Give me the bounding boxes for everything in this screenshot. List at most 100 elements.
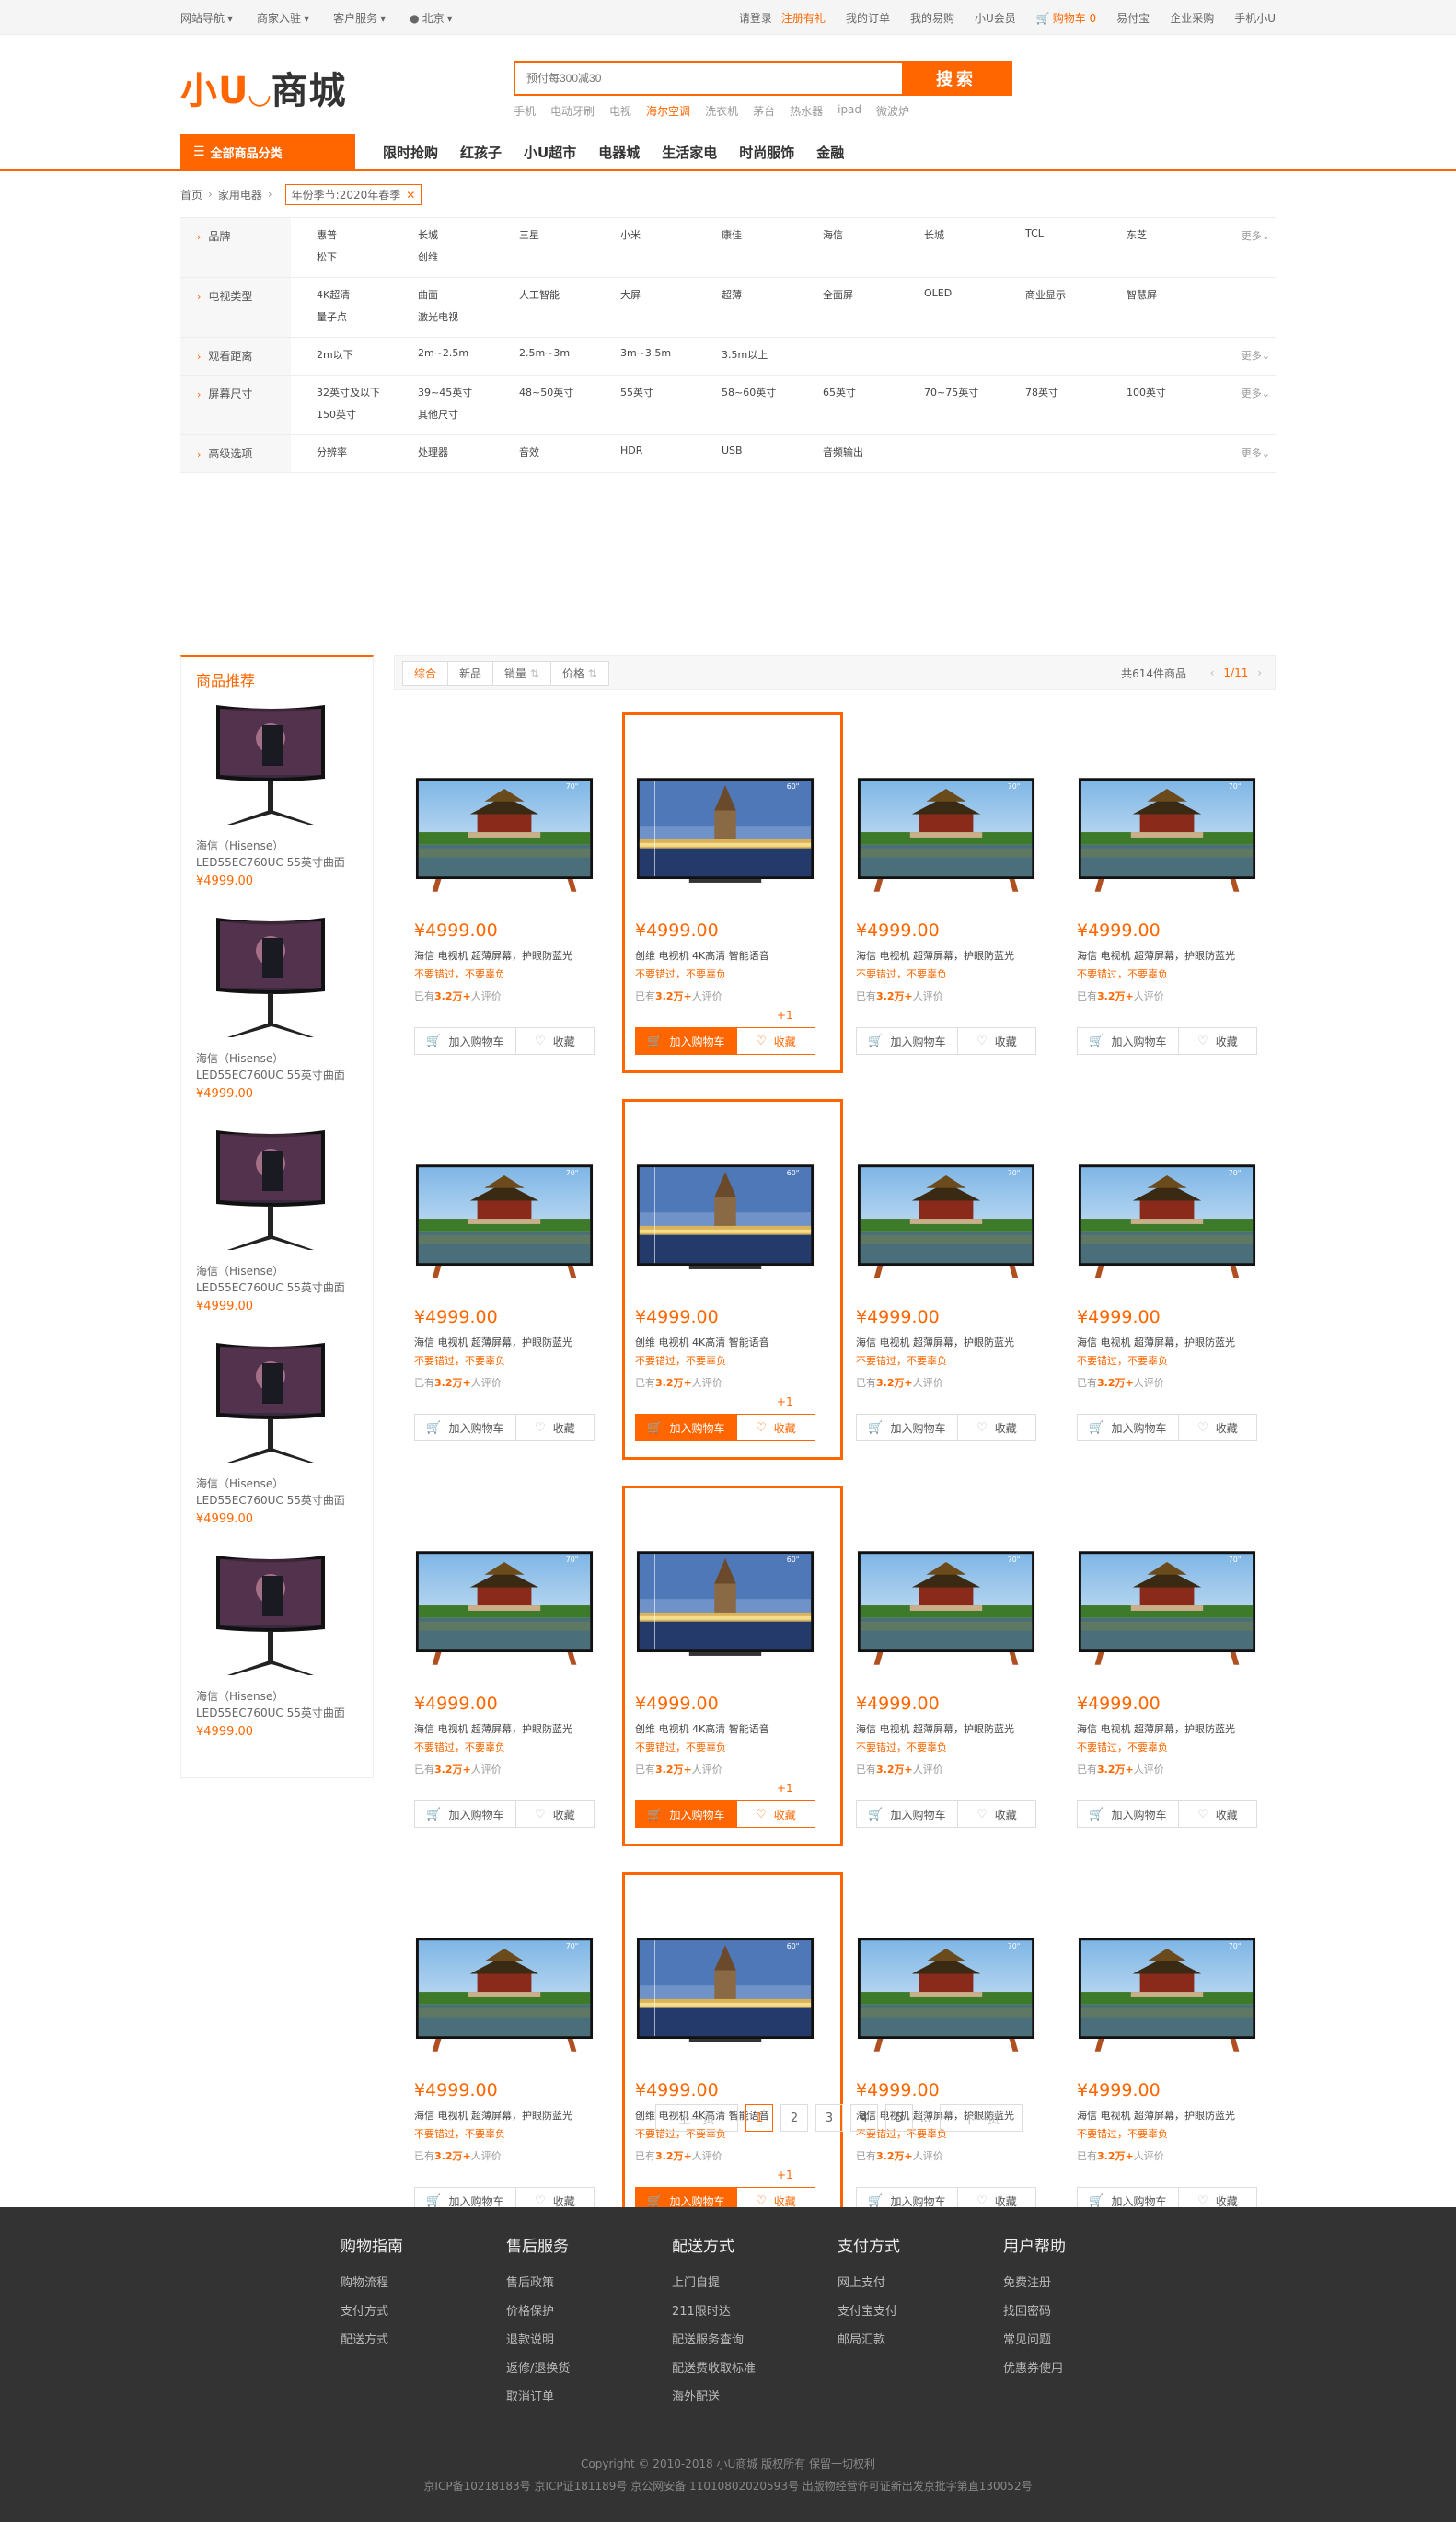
product-image[interactable]: 70" <box>856 1162 1036 1281</box>
merchant-link[interactable]: 商家入驻 ▾ <box>257 10 309 26</box>
favorite-button[interactable]: ♡ 收藏 <box>736 1414 815 1441</box>
filter-option[interactable]: TCL <box>1025 227 1101 242</box>
product-name[interactable]: 创维 电视机 4K高清 智能语音 <box>635 1721 769 1736</box>
product-card[interactable]: 70" ¥4999.00 海信 电视机 超薄屏幕，护眼防蓝光 不要错过，不要辜负… <box>1057 712 1277 1099</box>
filter-option[interactable]: 70~75英寸 <box>924 385 1000 399</box>
footer-link[interactable]: 售后政策 <box>506 2273 672 2290</box>
filter-option[interactable]: 39~45英寸 <box>418 385 493 399</box>
sort-sales[interactable]: 销量 ⇅ <box>492 660 551 686</box>
favorite-button[interactable]: ♡ 收藏 <box>1178 1414 1257 1441</box>
filter-option[interactable]: 海信 <box>823 227 898 242</box>
hotword-link[interactable]: 洗衣机 <box>705 103 738 119</box>
prev-page-icon[interactable]: ‹ <box>1210 666 1215 679</box>
filter-option[interactable]: 2m以下 <box>317 347 392 362</box>
product-image[interactable]: 70" <box>856 1548 1036 1668</box>
filter-option[interactable]: 78英寸 <box>1025 385 1101 399</box>
favorite-button[interactable]: ♡ 收藏 <box>515 1027 595 1055</box>
more-button[interactable]: 更多⌄ <box>1242 348 1270 363</box>
product-card[interactable]: 70" ¥4999.00 海信 电视机 超薄屏幕，护眼防蓝光 不要错过，不要辜负… <box>836 1486 1057 1872</box>
my-account-link[interactable]: 我的易购 <box>910 10 954 26</box>
filter-option[interactable]: HDR <box>620 445 696 459</box>
nav-link[interactable]: 金融 <box>816 143 844 162</box>
add-to-cart-button[interactable]: 🛒 加入购物车 <box>856 1027 958 1055</box>
mobile-link[interactable]: 手机小U <box>1234 10 1276 26</box>
favorite-button[interactable]: ♡ 收藏 <box>736 1800 815 1828</box>
hotword-link[interactable]: 热水器 <box>790 103 823 119</box>
filter-option[interactable]: 商业显示 <box>1025 287 1101 302</box>
search-button[interactable]: 搜索 <box>902 63 1011 94</box>
product-name[interactable]: 海信（Hisense）LED55EC760UC 55英寸曲面 <box>196 1475 358 1509</box>
filter-option[interactable]: 东芝 <box>1127 227 1202 242</box>
product-name[interactable]: 海信（Hisense）LED55EC760UC 55英寸曲面 <box>196 1688 358 1721</box>
product-image[interactable]: 70" <box>414 1162 595 1281</box>
filter-option[interactable]: 长城 <box>418 227 493 242</box>
hotword-link[interactable]: 手机 <box>514 103 536 119</box>
product-name[interactable]: 海信 电视机 超薄屏幕，护眼防蓝光 <box>414 1721 572 1736</box>
more-button[interactable]: 更多⌄ <box>1242 445 1270 460</box>
all-categories-button[interactable]: ☰ 全部商品分类 <box>180 134 355 169</box>
product-image[interactable] <box>211 914 330 1039</box>
customer-service-link[interactable]: 客户服务 ▾ <box>333 10 386 26</box>
hotword-link[interactable]: 微波炉 <box>876 103 909 119</box>
filter-option[interactable]: 康佳 <box>722 227 797 242</box>
product-image[interactable]: 60" <box>635 1548 815 1668</box>
filter-option[interactable]: 150英寸 <box>317 407 392 422</box>
product-name[interactable]: 海信 电视机 超薄屏幕，护眼防蓝光 <box>1077 1721 1235 1736</box>
next-page-button[interactable]: 下一页 <box>940 2104 1023 2132</box>
product-image[interactable]: 70" <box>856 775 1036 895</box>
filter-option[interactable]: 人工智能 <box>519 287 595 302</box>
filter-option[interactable]: 58~60英寸 <box>722 385 797 399</box>
footer-link[interactable]: 支付宝支付 <box>838 2301 1003 2319</box>
product-image[interactable] <box>211 701 330 827</box>
footer-link[interactable]: 211限时达 <box>672 2301 838 2319</box>
add-to-cart-button[interactable]: 🛒 加入购物车 <box>1077 1800 1179 1828</box>
product-image[interactable]: 60" <box>635 1935 815 2054</box>
prev-page-button[interactable]: 上一页 <box>655 2104 738 2132</box>
site-nav-link[interactable]: 网站导航 ▾ <box>180 10 233 26</box>
product-card[interactable]: 70" ¥4999.00 海信 电视机 超薄屏幕，护眼防蓝光 不要错过，不要辜负… <box>394 1099 615 1486</box>
filter-option[interactable]: 32英寸及以下 <box>317 385 392 399</box>
favorite-button[interactable]: ♡ 收藏 <box>515 1800 595 1828</box>
product-card[interactable]: 60" ¥4999.00 创维 电视机 4K高清 智能语音 不要错过，不要辜负 … <box>615 1486 843 1872</box>
product-name[interactable]: 海信 电视机 超薄屏幕，护眼防蓝光 <box>856 1721 1014 1736</box>
filter-option[interactable]: 55英寸 <box>620 385 696 399</box>
filter-option[interactable]: 2m~2.5m <box>418 347 493 362</box>
footer-link[interactable]: 价格保护 <box>506 2301 672 2319</box>
filter-option[interactable]: 3m~3.5m <box>620 347 696 362</box>
product-name[interactable]: 海信（Hisense）LED55EC760UC 55英寸曲面 <box>196 1050 358 1083</box>
add-to-cart-button[interactable]: 🛒 加入购物车 <box>414 1027 516 1055</box>
favorite-button[interactable]: ♡ 收藏 <box>515 1414 595 1441</box>
filter-option[interactable]: 超薄 <box>722 287 797 302</box>
filter-option[interactable]: 惠普 <box>317 227 392 242</box>
site-logo[interactable]: 小U◡商城 <box>180 61 347 114</box>
footer-link[interactable]: 返修/退换货 <box>506 2358 672 2376</box>
product-card[interactable]: 70" ¥4999.00 海信 电视机 超薄屏幕，护眼防蓝光 不要错过，不要辜负… <box>394 712 615 1099</box>
footer-link[interactable]: 配送方式 <box>341 2330 506 2347</box>
product-image[interactable]: 70" <box>856 1935 1036 2054</box>
filter-option[interactable]: 量子点 <box>317 309 392 324</box>
footer-link[interactable]: 配送费收取标准 <box>672 2358 838 2376</box>
nav-link[interactable]: 小U超市 <box>524 143 576 162</box>
filter-option[interactable]: 小米 <box>620 227 696 242</box>
filter-option[interactable]: 音效 <box>519 445 595 459</box>
favorite-button[interactable]: ♡ 收藏 <box>957 1027 1036 1055</box>
cart-link[interactable]: 🛒 购物车 0 <box>1036 10 1096 26</box>
product-name[interactable]: 海信（Hisense）LED55EC760UC 55英寸曲面 <box>196 838 358 871</box>
product-image[interactable] <box>211 1339 330 1464</box>
product-image[interactable]: 70" <box>1077 1548 1257 1668</box>
filter-option[interactable]: 全面屏 <box>823 287 898 302</box>
product-image[interactable]: 70" <box>414 775 595 895</box>
favorite-button[interactable]: ♡ 收藏 <box>957 1414 1036 1441</box>
hotword-link[interactable]: 茅台 <box>753 103 775 119</box>
product-name[interactable]: 海信（Hisense）LED55EC760UC 55英寸曲面 <box>196 1263 358 1296</box>
filter-option[interactable]: 其他尺寸 <box>418 407 493 422</box>
hotword-link[interactable]: ipad <box>838 103 861 119</box>
nav-link[interactable]: 电器城 <box>598 143 640 162</box>
filter-option[interactable]: 创维 <box>418 249 493 264</box>
pay-link[interactable]: 易付宝 <box>1116 10 1150 26</box>
favorite-button[interactable]: ♡ 收藏 <box>957 1800 1036 1828</box>
product-name[interactable]: 海信 电视机 超薄屏幕，护眼防蓝光 <box>856 1335 1014 1349</box>
filter-option[interactable]: 松下 <box>317 249 392 264</box>
filter-option[interactable]: 4K超清 <box>317 287 392 302</box>
recommend-item[interactable]: 海信（Hisense）LED55EC760UC 55英寸曲面 ¥4999.00 <box>181 701 373 888</box>
